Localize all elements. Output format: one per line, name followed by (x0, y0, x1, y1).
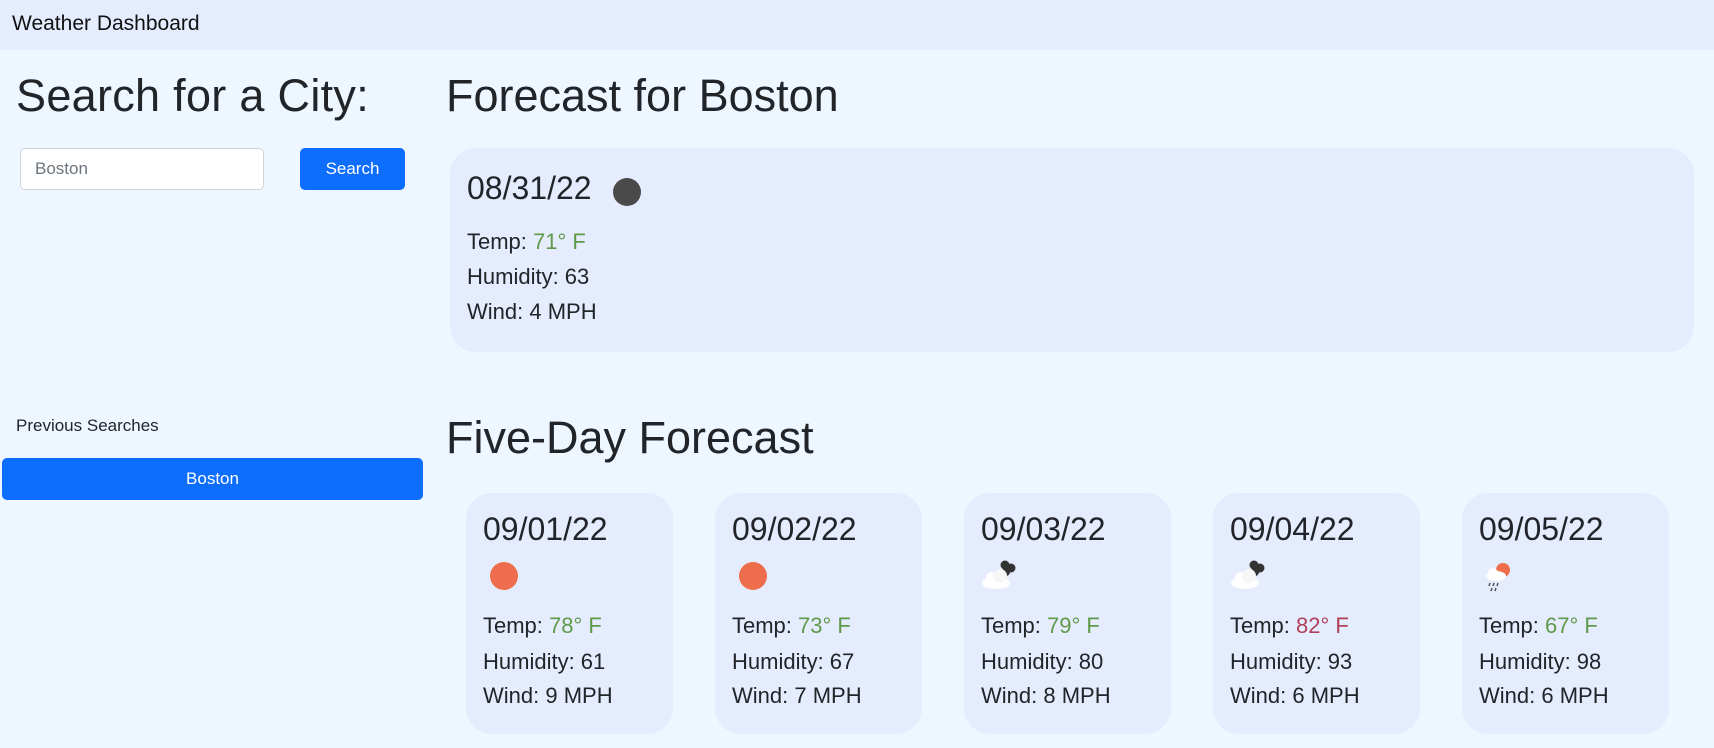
forecast-wind: Wind: 6 MPH (1230, 683, 1360, 708)
forecast-humidity: Humidity: 80 (981, 649, 1104, 674)
temp-label: Temp: (981, 613, 1048, 638)
forecast-card: 09/05/22 Temp: 67° F Humidity: 98 Wind: … (1462, 493, 1669, 734)
forecast-date: 09/05/22 (1479, 511, 1604, 547)
cloudy-icon (976, 555, 1020, 597)
temp-value: 67° F (1545, 613, 1598, 638)
city-search-input[interactable] (20, 148, 264, 190)
forecast-temp: Temp: 78° F (483, 613, 602, 639)
current-humidity: Humidity: 63 (467, 264, 590, 289)
navbar-brand[interactable]: Weather Dashboard (12, 12, 200, 36)
search-heading: Search for a City: (16, 70, 370, 121)
forecast-card: 09/04/22 Temp: 82° F Humidity: 93 Wind: … (1213, 493, 1420, 734)
temp-value: 71° F (533, 229, 586, 254)
forecast-wind: Wind: 7 MPH (732, 683, 862, 708)
forecast-humidity: Humidity: 67 (732, 649, 855, 674)
forecast-temp: Temp: 73° F (732, 613, 851, 639)
current-weather-card: 08/31/22 Temp: 71° F Humidity: 63 Wind: … (450, 148, 1694, 352)
temp-label: Temp: (732, 613, 799, 638)
forecast-card: 09/01/22 Temp: 78° F Humidity: 61 Wind: … (466, 493, 673, 734)
temp-label: Temp: (467, 229, 534, 254)
temp-value: 79° F (1047, 613, 1100, 638)
search-button[interactable]: Search (300, 148, 405, 190)
previous-searches-label: Previous Searches (16, 416, 159, 435)
temp-value: 78° F (549, 613, 602, 638)
forecast-temp: Temp: 79° F (981, 613, 1100, 639)
five-day-heading: Five-Day Forecast (446, 412, 814, 463)
current-temp: Temp: 71° F (467, 229, 586, 255)
temp-label: Temp: (1479, 613, 1546, 638)
forecast-wind: Wind: 8 MPH (981, 683, 1111, 708)
current-wind: Wind: 4 MPH (467, 299, 597, 324)
rain-icon (1474, 555, 1518, 597)
forecast-humidity: Humidity: 61 (483, 649, 606, 674)
history-item-boston[interactable]: Boston (2, 458, 423, 500)
temp-label: Temp: (1230, 613, 1297, 638)
forecast-date: 09/02/22 (732, 511, 857, 547)
forecast-wind: Wind: 6 MPH (1479, 683, 1609, 708)
temp-value: 73° F (798, 613, 851, 638)
temp-label: Temp: (483, 613, 550, 638)
moon-icon (613, 178, 641, 206)
forecast-date: 09/03/22 (981, 511, 1106, 547)
forecast-card: 09/02/22 Temp: 73° F Humidity: 67 Wind: … (715, 493, 922, 734)
sun-icon (478, 555, 522, 597)
forecast-temp: Temp: 82° F (1230, 613, 1349, 639)
forecast-date: 09/04/22 (1230, 511, 1355, 547)
current-date: 08/31/22 (467, 170, 592, 206)
forecast-wind: Wind: 9 MPH (483, 683, 613, 708)
forecast-card: 09/03/22 Temp: 79° F Humidity: 80 Wind: … (964, 493, 1171, 734)
current-forecast-heading: Forecast for Boston (446, 70, 839, 121)
sun-icon (727, 555, 771, 597)
forecast-humidity: Humidity: 98 (1479, 649, 1602, 674)
cloudy-icon (1225, 555, 1269, 597)
forecast-temp: Temp: 67° F (1479, 613, 1598, 639)
temp-value: 82° F (1296, 613, 1349, 638)
forecast-date: 09/01/22 (483, 511, 608, 547)
navbar: Weather Dashboard (0, 0, 1714, 50)
forecast-humidity: Humidity: 93 (1230, 649, 1353, 674)
